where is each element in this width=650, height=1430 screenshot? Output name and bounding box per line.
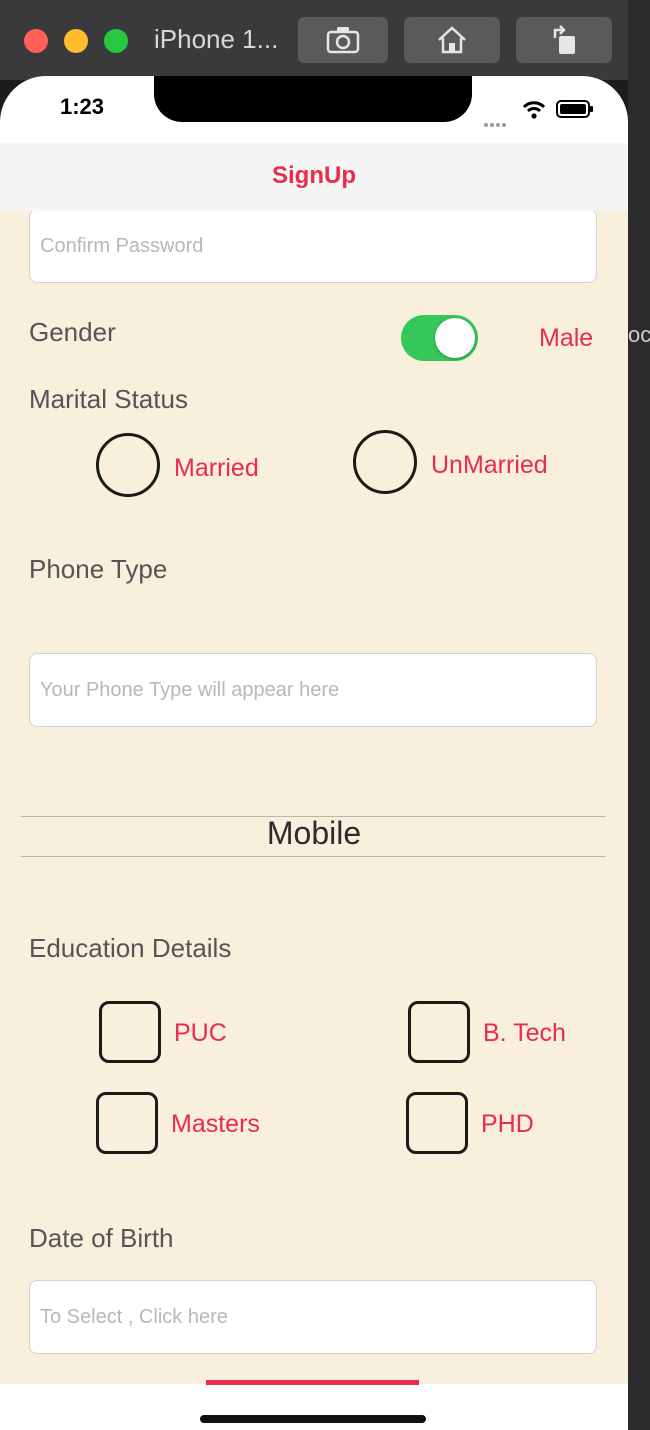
- masters-label: Masters: [171, 1110, 260, 1138]
- date-of-birth-field[interactable]: [29, 1280, 597, 1354]
- page-title: SignUp: [272, 162, 356, 189]
- date-of-birth-input[interactable]: [30, 1281, 596, 1353]
- home-button[interactable]: [404, 17, 500, 63]
- notch: [154, 76, 472, 122]
- device-screen: 1:23 SignUp Gender Male Marital Status M…: [0, 76, 628, 1430]
- rotate-icon: [553, 25, 575, 54]
- unmarried-label: UnMarried: [431, 451, 548, 479]
- signal-icon: [484, 114, 508, 132]
- puc-label: PUC: [174, 1019, 227, 1047]
- gender-toggle[interactable]: [401, 315, 478, 361]
- background-window-text: oc: [628, 322, 650, 347]
- married-radio[interactable]: [96, 433, 160, 497]
- screenshot-button[interactable]: [298, 17, 388, 63]
- status-time: 1:23: [60, 94, 105, 119]
- btech-checkbox[interactable]: [408, 1001, 470, 1063]
- simulator-toolbar: iPhone 1...: [0, 0, 628, 80]
- phd-checkbox[interactable]: [406, 1092, 468, 1154]
- phone-type-input[interactable]: [30, 654, 596, 726]
- picker-bottom-divider: [21, 856, 605, 857]
- phd-label: PHD: [481, 1110, 534, 1138]
- date-of-birth-label: Date of Birth: [29, 1223, 174, 1253]
- gender-label: Gender: [29, 317, 116, 347]
- zoom-window-button[interactable]: [104, 29, 128, 53]
- phone-type-field[interactable]: [29, 653, 597, 727]
- confirm-password-field[interactable]: [29, 211, 597, 283]
- phone-type-picker[interactable]: Mobile: [0, 815, 628, 852]
- unmarried-radio[interactable]: [353, 430, 417, 494]
- gender-value: Male: [539, 324, 594, 352]
- battery-icon: [556, 100, 593, 118]
- background-window: [628, 0, 650, 1430]
- rotate-button[interactable]: [516, 17, 612, 63]
- camera-icon: [326, 27, 360, 54]
- close-window-button[interactable]: [24, 29, 48, 53]
- home-indicator[interactable]: [200, 1415, 426, 1423]
- puc-checkbox[interactable]: [99, 1001, 161, 1063]
- navigation-bar: SignUp: [0, 143, 628, 211]
- minimize-window-button[interactable]: [64, 29, 88, 53]
- education-details-label: Education Details: [29, 933, 232, 963]
- masters-checkbox[interactable]: [96, 1092, 158, 1154]
- toggle-knob: [435, 318, 475, 358]
- btech-label: B. Tech: [483, 1019, 566, 1047]
- wifi-icon: [522, 101, 546, 119]
- phone-type-label: Phone Type: [29, 554, 168, 584]
- signup-form[interactable]: Gender Male Marital Status Married UnMar…: [0, 211, 628, 1384]
- home-icon: [438, 26, 466, 54]
- married-label: Married: [174, 454, 259, 482]
- simulator-title: iPhone 1...: [154, 24, 279, 54]
- confirm-password-input[interactable]: [30, 211, 596, 282]
- submit-button[interactable]: [206, 1380, 419, 1385]
- marital-status-label: Marital Status: [29, 384, 188, 414]
